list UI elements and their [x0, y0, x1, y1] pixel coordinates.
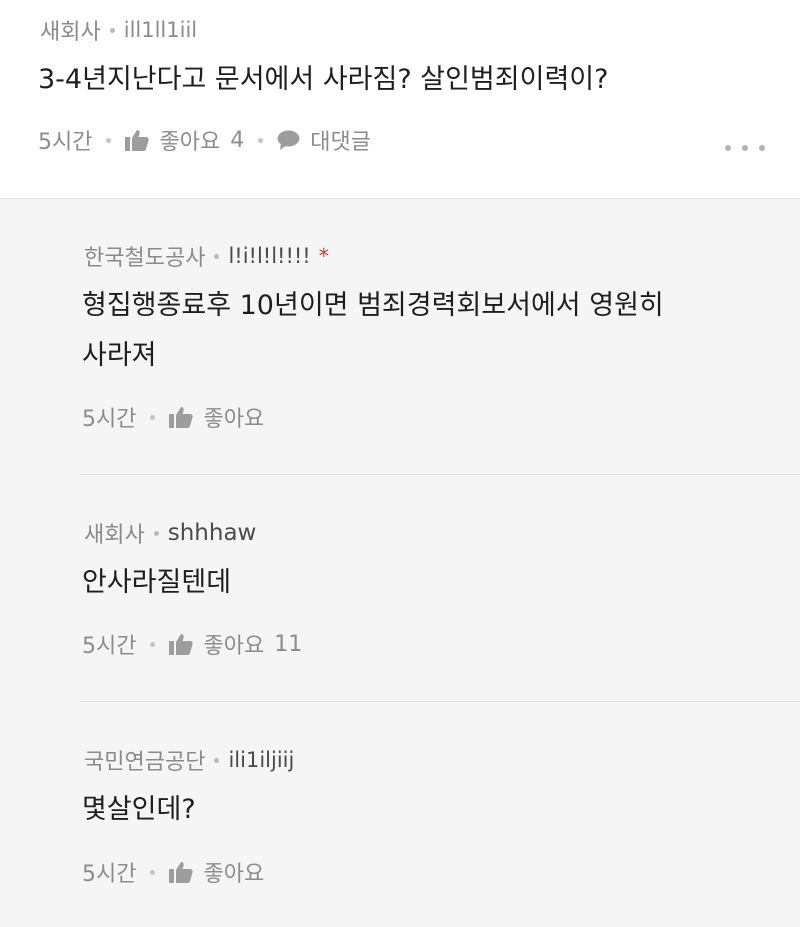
reply-label: 대댓글 [310, 130, 371, 155]
comment-actions: 5시간 좋아요 4 대댓글 [38, 124, 371, 156]
author-nickname[interactable]: shhhaw [168, 520, 257, 546]
author-nickname[interactable]: ili1iljiij [228, 748, 294, 772]
like-count: 11 [274, 631, 303, 657]
author-company[interactable]: 새회사 [40, 14, 101, 46]
thumbs-up-icon [169, 406, 194, 428]
divider [80, 474, 800, 475]
reply-meta: 새회사 shhhaw [84, 517, 256, 549]
reply-time: 5시간 [82, 862, 137, 887]
reply-actions: 5시간 좋아요 [82, 856, 264, 888]
thumbs-up-icon [125, 129, 150, 151]
author-company[interactable]: 새회사 [84, 517, 145, 549]
like-count: 4 [230, 127, 245, 153]
separator-dot [258, 137, 264, 143]
reply-meta: 국민연금공단 ili1iljiij [84, 744, 294, 776]
comment-time: 5시간 [38, 130, 93, 155]
reply-text-line: 사라져 [82, 340, 157, 371]
reply-button[interactable]: 대댓글 [277, 124, 371, 156]
separator-dot [150, 869, 156, 875]
comment-text: 3-4년지난다고 문서에서 사라짐? 살인범죄이력이? [38, 64, 609, 95]
author-company[interactable]: 한국철도공사 [84, 240, 205, 272]
reply-actions: 5시간 좋아요 11 [82, 628, 302, 660]
reply-text-line: 몇살인데? [82, 794, 196, 825]
separator-dot [150, 414, 156, 420]
comment-thread: 새회사 ill1ll1iil 3-4년지난다고 문서에서 사라짐? 살인범죄이력… [0, 0, 800, 927]
thumbs-up-icon [169, 861, 194, 883]
comment-meta: 새회사 ill1ll1iil [40, 14, 197, 46]
like-label: 좋아요 [159, 130, 221, 155]
more-icon[interactable] [725, 138, 765, 158]
separator-dot [150, 641, 156, 647]
thumbs-up-icon [169, 633, 194, 655]
author-company[interactable]: 국민연금공단 [84, 744, 205, 776]
reply-time: 5시간 [82, 407, 137, 432]
reply-text-line: 형집행종료후 10년이면 범죄경력회보서에서 영원히 [82, 290, 664, 321]
speech-bubble-icon [277, 130, 300, 150]
reply-actions: 5시간 좋아요 [82, 401, 264, 433]
like-button[interactable]: 좋아요 [169, 401, 264, 433]
separator-dot [109, 27, 115, 33]
reply-meta: 한국철도공사 l!i!l!l!!!! * [84, 240, 329, 272]
separator-dot [153, 530, 159, 536]
reply-time: 5시간 [82, 634, 137, 659]
like-label: 좋아요 [203, 634, 265, 659]
like-label: 좋아요 [203, 407, 265, 432]
like-button[interactable]: 좋아요 [169, 856, 264, 888]
author-nickname[interactable]: l!i!l!l!!!! [228, 244, 310, 268]
separator-dot [214, 253, 220, 259]
like-label: 좋아요 [203, 862, 265, 887]
like-button[interactable]: 좋아요 11 [169, 628, 302, 660]
author-nickname[interactable]: ill1ll1iil [124, 18, 197, 42]
divider [80, 701, 800, 702]
reply-text-line: 안사라질텐데 [82, 567, 232, 598]
top-comment: 새회사 ill1ll1iil 3-4년지난다고 문서에서 사라짐? 살인범죄이력… [0, 0, 800, 199]
separator-dot [106, 137, 112, 143]
like-button[interactable]: 좋아요 4 [125, 124, 244, 156]
separator-dot [214, 757, 220, 763]
author-badge: * [318, 244, 329, 268]
